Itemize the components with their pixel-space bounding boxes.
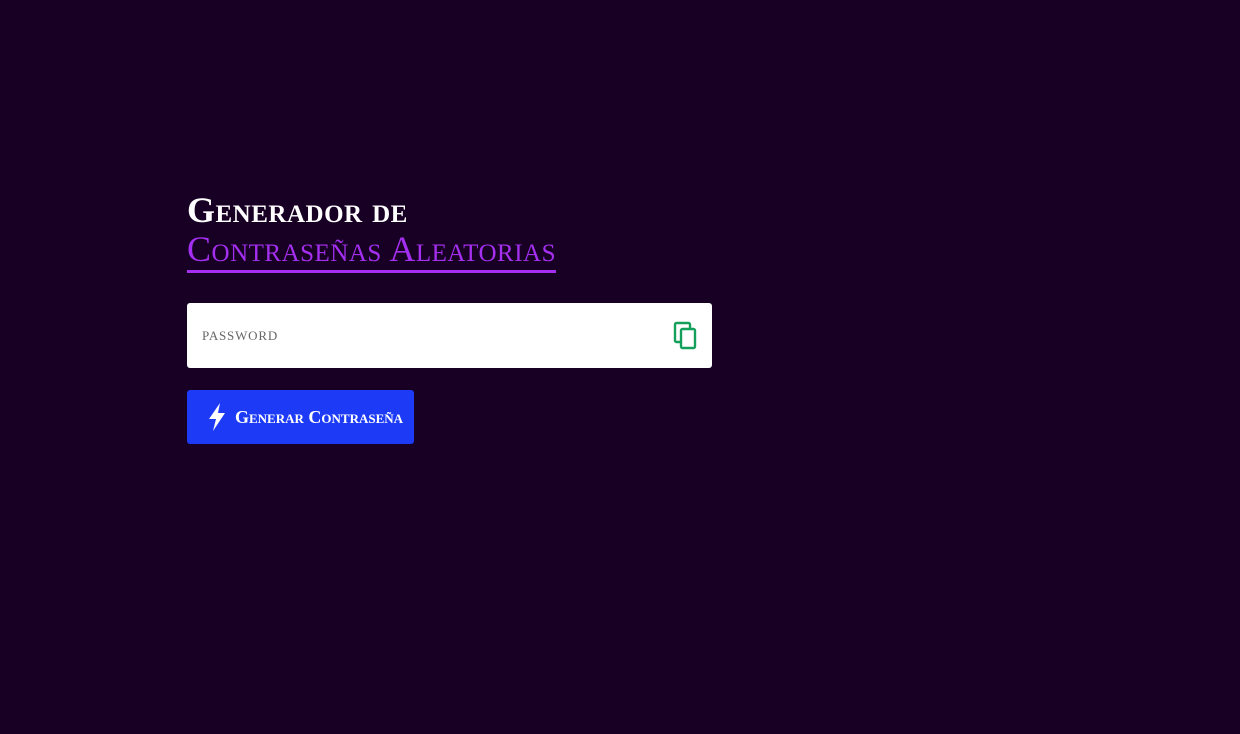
- lightning-bolt-icon: [207, 402, 227, 432]
- password-box: [187, 303, 712, 368]
- generate-button-label: Generar Contraseña: [235, 406, 404, 427]
- page-title: Generador de Contraseñas Aleatorias: [187, 190, 712, 273]
- password-input[interactable]: [187, 303, 647, 368]
- title-line-1: Generador de: [187, 190, 408, 230]
- generator-card: Generador de Contraseñas Aleatorias Gene…: [187, 190, 712, 444]
- copy-icon[interactable]: [672, 321, 700, 351]
- generate-password-button[interactable]: Generar Contraseña: [187, 390, 414, 444]
- title-line-2: Contraseñas Aleatorias: [187, 230, 556, 273]
